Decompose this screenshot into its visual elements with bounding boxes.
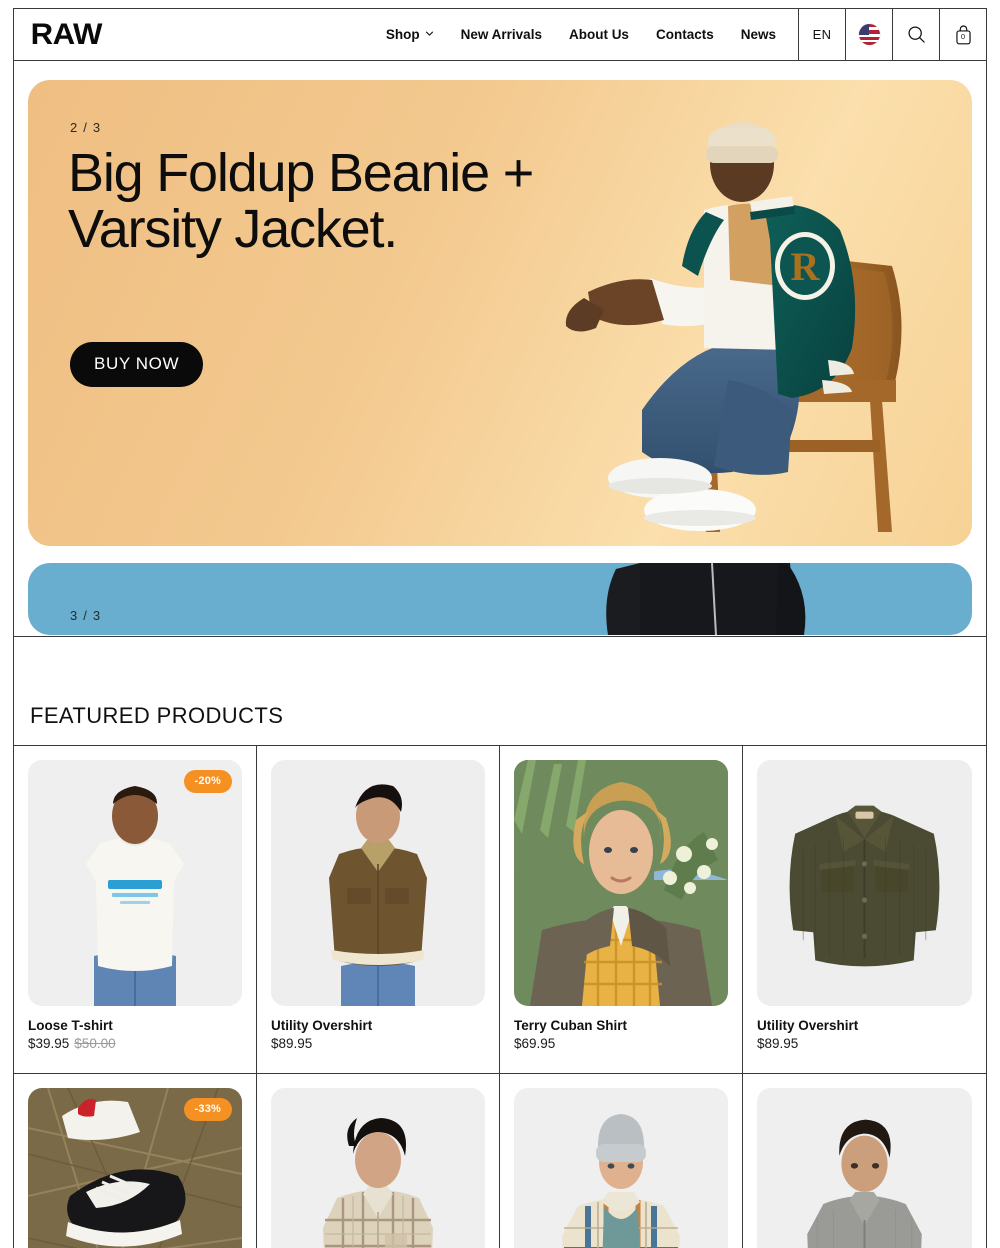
- nav-label: Contacts: [655, 27, 714, 42]
- product-grid: -20% Loose T-shirt $39.95 $50.00 Utility…: [14, 745, 986, 1248]
- product-image: [271, 760, 485, 1006]
- nav-label: News: [740, 27, 776, 42]
- product-card[interactable]: Utility Overshirt $89.95: [743, 746, 986, 1074]
- nav-label: Shop: [385, 27, 420, 42]
- nav-item-new-arrivals[interactable]: New Arrivals: [461, 27, 542, 42]
- search-button[interactable]: [892, 9, 939, 60]
- product-image: [514, 1088, 728, 1248]
- discount-badge: -20%: [183, 770, 232, 793]
- search-icon: [907, 25, 926, 44]
- chevron-down-icon: [425, 29, 434, 38]
- page-root: RAW Shop New Arrivals About Us Contacts …: [0, 0, 1000, 1248]
- hero-slide-current[interactable]: R 2 / 3 Big Foldup Beanie + Varsity Jack…: [28, 80, 972, 546]
- language-selector[interactable]: EN: [798, 9, 845, 60]
- product-name: Terry Cuban Shirt: [514, 1018, 628, 1033]
- product-old-price: $50.00: [74, 1036, 116, 1051]
- nav-item-shop[interactable]: Shop: [386, 27, 434, 42]
- brand-logo[interactable]: RAW: [14, 9, 103, 60]
- hero-headline: Big Foldup Beanie + Varsity Jacket.: [68, 143, 534, 260]
- product-price-row: $89.95: [271, 1036, 485, 1051]
- svg-text:R: R: [791, 244, 821, 289]
- country-selector[interactable]: [845, 9, 892, 60]
- product-image: [514, 760, 728, 1006]
- product-card[interactable]: -20% Loose T-shirt $39.95 $50.00: [14, 746, 257, 1074]
- next-slide-counter: 3 / 3: [70, 608, 102, 623]
- product-price-row: $89.95: [757, 1036, 972, 1051]
- product-image: -20%: [28, 760, 242, 1006]
- product-image: -33%: [28, 1088, 242, 1248]
- product-image: [271, 1088, 485, 1248]
- main-navigation: Shop New Arrivals About Us Contacts News: [99, 9, 799, 60]
- hero-slide-counter: 2 / 3: [70, 120, 102, 135]
- site-header: RAW Shop New Arrivals About Us Contacts …: [14, 9, 986, 61]
- nav-item-contacts[interactable]: Contacts: [656, 27, 714, 42]
- product-name: Utility Overshirt: [271, 1018, 373, 1033]
- us-flag-icon: [858, 24, 880, 45]
- product-price: $89.95: [271, 1036, 313, 1051]
- product-image: [757, 760, 972, 1006]
- shopping-bag-icon: 0: [954, 24, 973, 46]
- product-price-row: $69.95: [514, 1036, 728, 1051]
- product-price: $89.95: [757, 1036, 799, 1051]
- product-card[interactable]: [500, 1074, 743, 1248]
- hero-slide-next[interactable]: 3 / 3: [28, 563, 972, 635]
- product-price: $39.95: [28, 1036, 70, 1051]
- product-name: Loose T-shirt: [28, 1018, 113, 1033]
- product-image: [757, 1088, 972, 1248]
- featured-products-section: FEATURED PRODUCTS -20% Loose T-shirt $39…: [14, 636, 986, 1248]
- nav-item-news[interactable]: News: [741, 27, 776, 42]
- product-card[interactable]: [257, 1074, 500, 1248]
- product-price-row: $39.95 $50.00: [28, 1036, 242, 1051]
- cart-button[interactable]: 0: [939, 9, 986, 60]
- product-price: $69.95: [514, 1036, 556, 1051]
- discount-badge: -33%: [183, 1098, 232, 1121]
- buy-now-button[interactable]: BUY NOW: [70, 342, 204, 387]
- product-card[interactable]: -33%: [14, 1074, 257, 1248]
- nav-item-about-us[interactable]: About Us: [569, 27, 629, 42]
- frame-border-right: [986, 8, 987, 1248]
- product-card[interactable]: [743, 1074, 986, 1248]
- cart-count-badge: 0: [960, 31, 966, 41]
- product-card[interactable]: Utility Overshirt $89.95: [257, 746, 500, 1074]
- nav-label: New Arrivals: [460, 27, 542, 42]
- nav-label: About Us: [568, 27, 629, 42]
- product-name: Utility Overshirt: [757, 1018, 859, 1033]
- hero-carousel: R 2 / 3 Big Foldup Beanie + Varsity Jack…: [14, 61, 986, 636]
- section-heading: FEATURED PRODUCTS: [30, 703, 284, 728]
- product-card[interactable]: Terry Cuban Shirt $69.95: [500, 746, 743, 1074]
- next-slide-photo: [606, 563, 806, 635]
